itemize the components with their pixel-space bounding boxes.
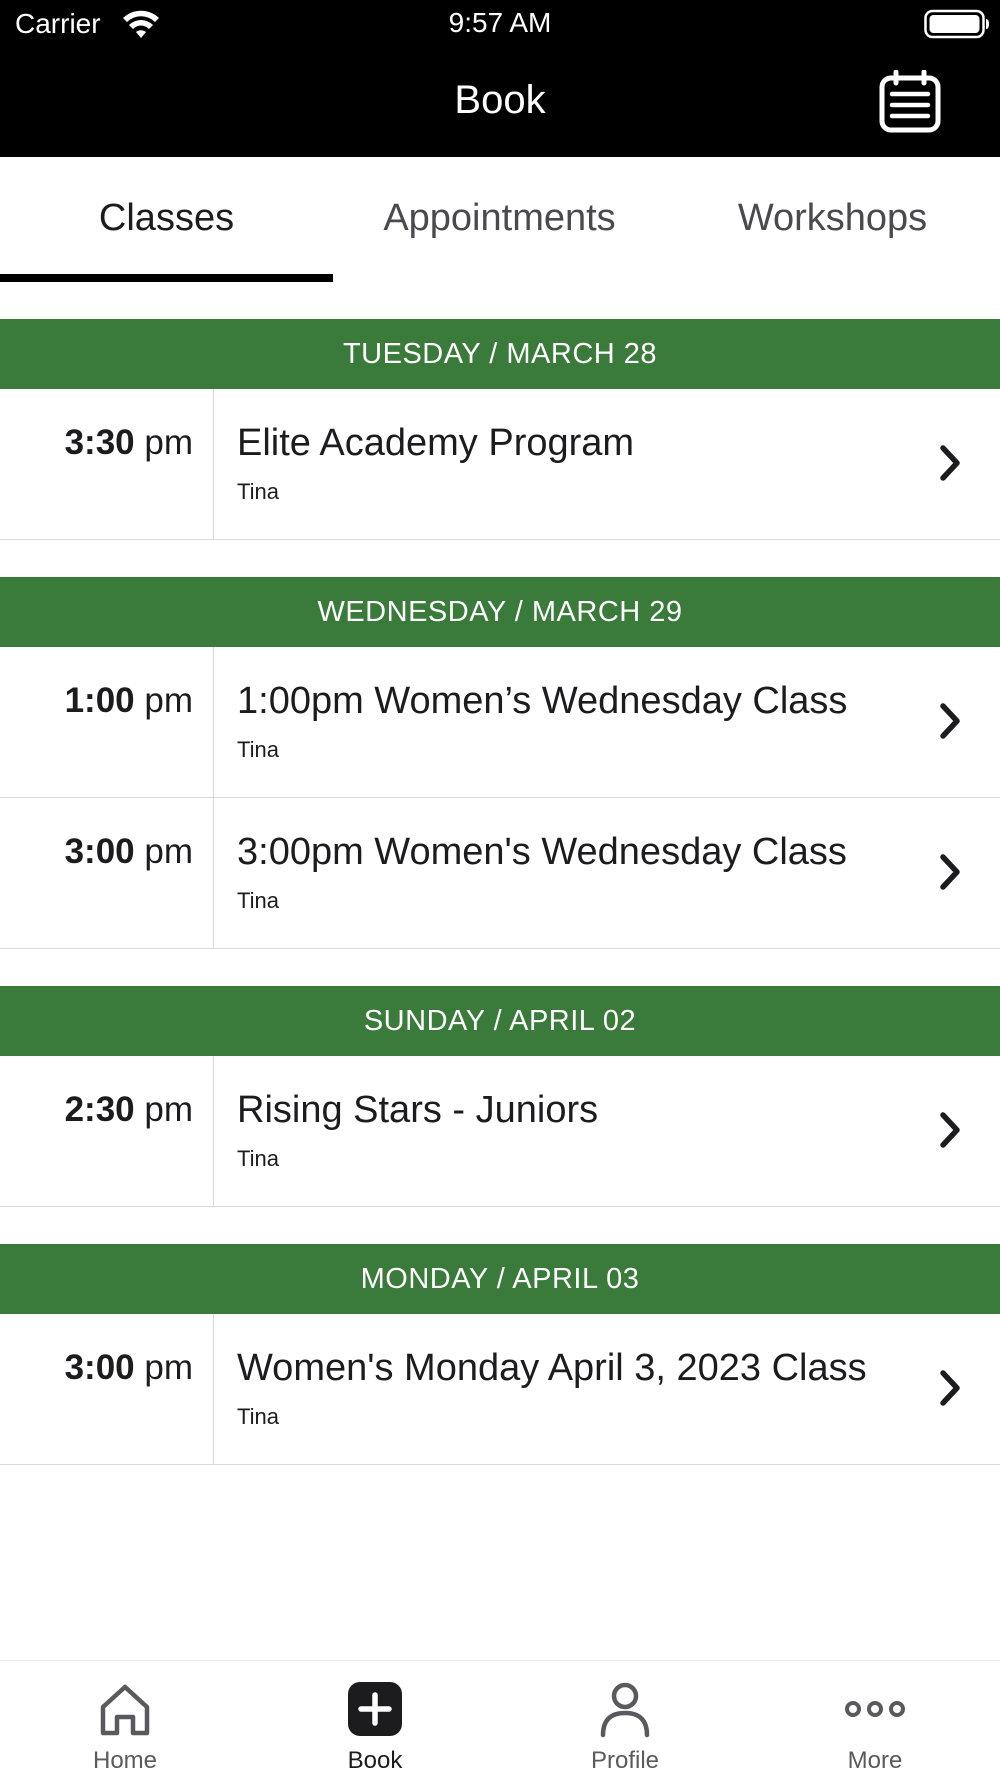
class-instructor: Tina xyxy=(237,737,279,762)
nav-label: Book xyxy=(347,1747,403,1774)
day-header: WEDNESDAY / MARCH 29 xyxy=(0,577,1000,647)
chevron-right-icon xyxy=(940,1112,960,1148)
bottom-tab-bar: Home Book Profile More xyxy=(0,1660,1000,1778)
time-column: 1:00 pm xyxy=(0,647,214,797)
tab-appointments[interactable]: Appointments xyxy=(333,157,666,283)
page-title: Book xyxy=(454,78,546,122)
person-icon xyxy=(600,1682,650,1738)
class-title: 3:00pm Women's Wednesday Class xyxy=(237,831,847,873)
home-icon xyxy=(100,1684,150,1736)
nav-more[interactable]: More xyxy=(750,1661,1000,1778)
time-column: 3:00 pm xyxy=(0,1314,214,1464)
class-time: 3:30 pm xyxy=(64,423,193,462)
class-title: Rising Stars - Juniors xyxy=(237,1089,599,1131)
class-row[interactable]: 1:00 pm 1:00pm Women’s Wednesday Class T… xyxy=(0,647,1000,798)
class-time: 3:00 pm xyxy=(64,1348,193,1387)
class-row[interactable]: 3:00 pm 3:00pm Women's Wednesday Class T… xyxy=(0,798,1000,949)
class-title: Women's Monday April 3, 2023 Class xyxy=(237,1347,867,1389)
nav-profile[interactable]: Profile xyxy=(500,1661,750,1778)
class-instructor: Tina xyxy=(237,888,279,913)
chevron-right-icon xyxy=(940,1370,960,1406)
class-row[interactable]: 3:00 pm Women's Monday April 3, 2023 Cla… xyxy=(0,1314,1000,1465)
chevron-right-icon xyxy=(940,854,960,890)
nav-label: Home xyxy=(92,1747,158,1774)
nav-label: More xyxy=(847,1747,903,1774)
tab-label: Classes xyxy=(98,197,235,239)
battery-icon xyxy=(924,9,989,39)
class-instructor: Tina xyxy=(237,1404,279,1429)
app-header: Carrier 9:57 AM Book xyxy=(0,0,1000,157)
class-list: TUESDAY / MARCH 28 3:30 pm Elite Academy… xyxy=(0,319,1000,1465)
plus-square-icon xyxy=(348,1682,402,1736)
time-column: 3:00 pm xyxy=(0,798,214,948)
tab-classes[interactable]: Classes xyxy=(0,157,333,283)
tab-label: Workshops xyxy=(737,197,928,239)
class-row[interactable]: 2:30 pm Rising Stars - Juniors Tina xyxy=(0,1056,1000,1207)
day-header: TUESDAY / MARCH 28 xyxy=(0,319,1000,389)
chevron-right-icon xyxy=(940,703,960,739)
class-title: Elite Academy Program xyxy=(237,422,635,464)
nav-book[interactable]: Book xyxy=(250,1661,500,1778)
day-header: SUNDAY / APRIL 02 xyxy=(0,986,1000,1056)
nav-label: Profile xyxy=(590,1747,660,1774)
class-time: 1:00 pm xyxy=(64,681,193,720)
active-tab-indicator xyxy=(0,274,333,282)
class-time: 3:00 pm xyxy=(64,832,193,871)
day-header: MONDAY / APRIL 03 xyxy=(0,1244,1000,1314)
status-bar: Carrier 9:57 AM xyxy=(0,0,1000,46)
tab-label: Appointments xyxy=(383,197,616,239)
class-instructor: Tina xyxy=(237,1146,279,1171)
nav-home[interactable]: Home xyxy=(0,1661,250,1778)
chevron-right-icon xyxy=(940,445,960,481)
status-time: 9:57 AM xyxy=(448,7,552,38)
class-instructor: Tina xyxy=(237,479,279,504)
time-column: 3:30 pm xyxy=(0,389,214,539)
tab-workshops[interactable]: Workshops xyxy=(666,157,999,283)
calendar-icon[interactable] xyxy=(878,70,942,134)
class-time: 2:30 pm xyxy=(64,1090,193,1129)
class-row[interactable]: 3:30 pm Elite Academy Program Tina xyxy=(0,389,1000,540)
tab-bar: Classes Appointments Workshops xyxy=(0,157,1000,283)
class-title: 1:00pm Women’s Wednesday Class xyxy=(237,680,848,722)
more-dots-icon xyxy=(845,1701,905,1717)
time-column: 2:30 pm xyxy=(0,1056,214,1206)
